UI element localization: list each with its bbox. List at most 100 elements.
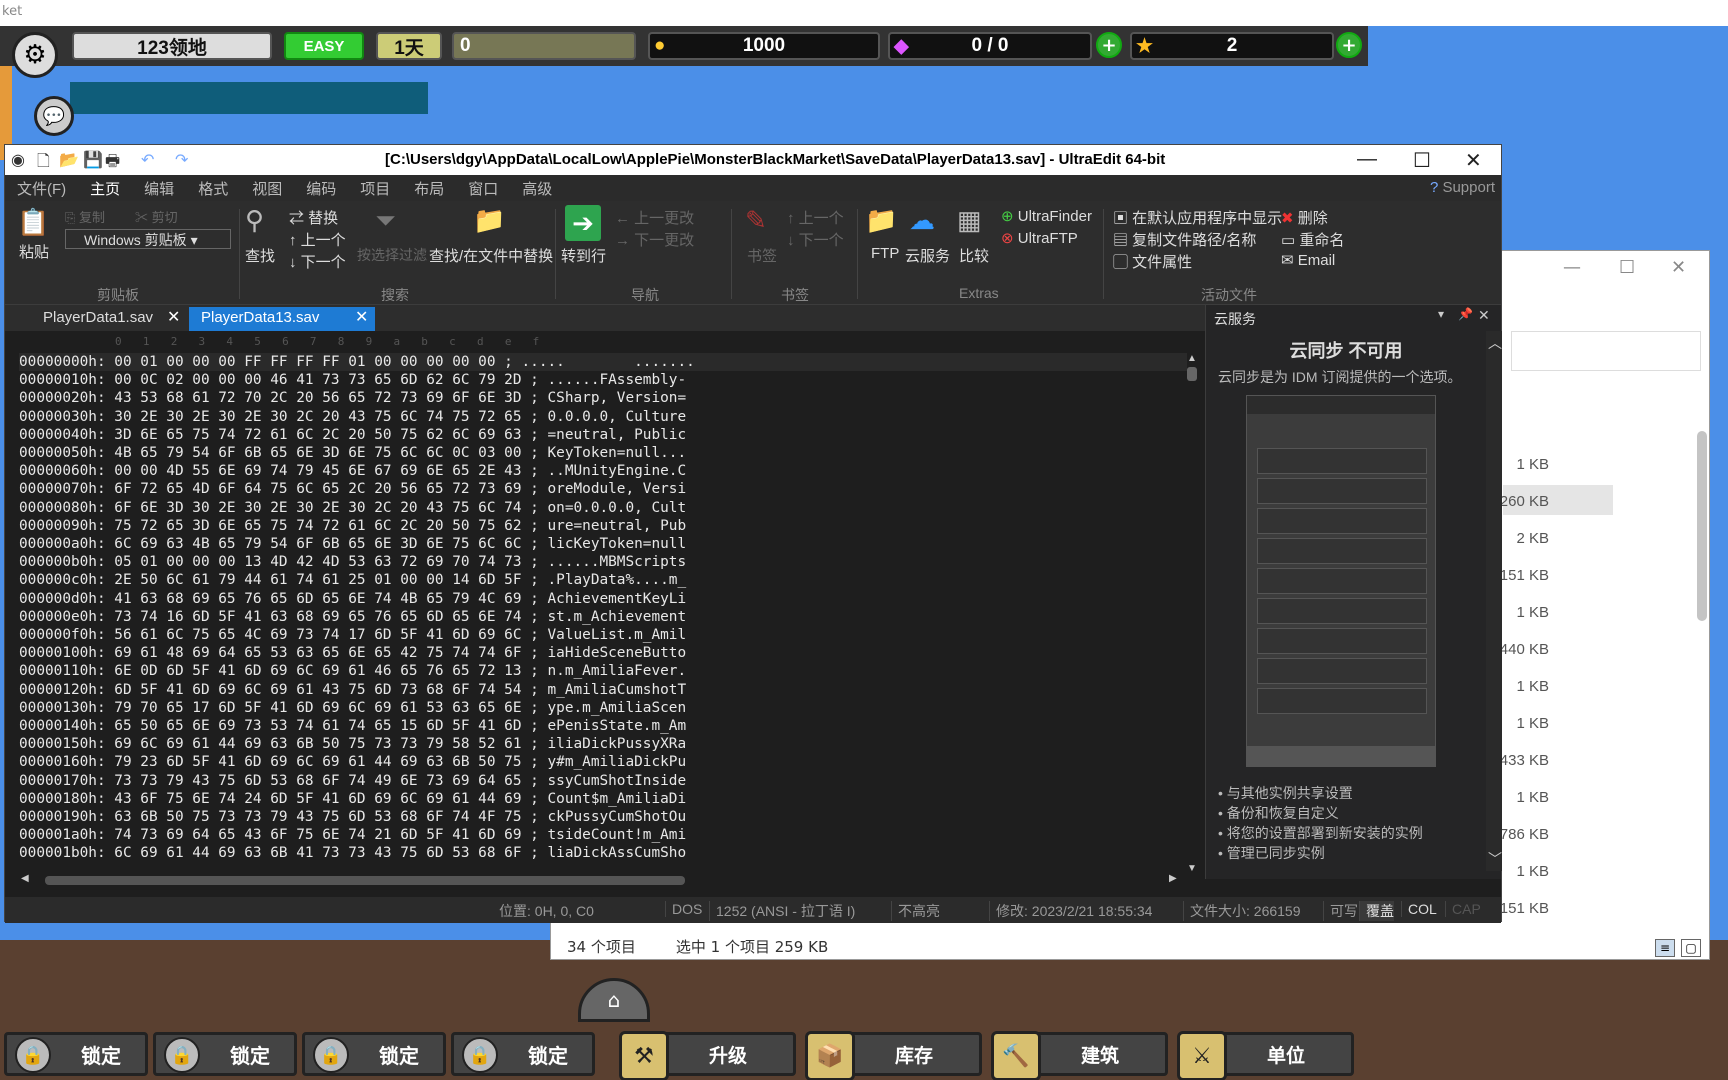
hex-line[interactable]: 000000f0h: 56 61 6C 75 65 4C 69 73 74 17… [19,626,1187,644]
ultraftp-button[interactable]: ⊗ UltraFTP [1001,229,1078,247]
locked-slot-button[interactable]: 🔒 锁定 [153,1032,297,1076]
clipboard-select[interactable]: Windows 剪贴板 ▾ [65,229,231,249]
bookmark-button[interactable]: 书签 [747,245,777,266]
status-encoding[interactable]: 1252 (ANSI - 拉丁语 I) [709,901,855,921]
hex-line[interactable]: 000001b0h: 6C 69 61 44 69 63 6B 41 73 73… [19,844,1187,862]
menu-item[interactable]: 编辑 [132,178,186,199]
hex-line[interactable]: 00000060h: 00 00 4D 55 6E 69 74 79 45 6E… [19,462,1187,480]
hex-line[interactable]: 00000000h: 00 01 00 00 00 FF FF FF FF 01… [19,353,1187,372]
panel-close-icon[interactable]: ✕ [1478,307,1490,324]
chat-icon[interactable]: 💬 [34,96,74,136]
hex-line[interactable]: 000000a0h: 6C 69 63 4B 65 79 54 6F 6B 65… [19,535,1187,553]
hex-line[interactable]: 00000190h: 63 6B 50 75 73 73 79 43 75 6D… [19,808,1187,826]
menu-item[interactable]: 文件(F) [5,178,78,199]
file-properties-button[interactable]: ▢ 文件属性 [1113,251,1192,272]
rename-button[interactable]: ▭ 重命名 [1281,229,1344,250]
save-icon[interactable]: 💾 [83,150,103,170]
panel-menu-icon[interactable]: ▾ [1438,307,1444,321]
hex-line[interactable]: 00000010h: 00 0C 02 00 00 00 46 41 73 73… [19,371,1187,389]
prev-change-button[interactable]: ← 上一更改 [615,207,694,228]
copy-button[interactable]: ⎘ 复制 [65,207,105,226]
settings-gear-icon[interactable]: ⚙ [12,32,58,78]
ue-minimize-button[interactable]: — [1357,148,1377,171]
compare-button[interactable]: 比较 [959,245,989,266]
copy-path-button[interactable]: ▤ 复制文件路径/名称 [1113,229,1256,250]
add-crystal-button[interactable]: + [1096,32,1122,58]
explorer-scrollbar[interactable] [1697,431,1707,621]
hex-line[interactable]: 00000130h: 79 70 65 17 6D 5F 41 6D 69 6C… [19,699,1187,717]
hex-line[interactable]: 000000c0h: 2E 50 6C 61 79 44 61 74 61 25… [19,571,1187,589]
locked-slot-button[interactable]: 🔒 锁定 [4,1032,148,1076]
cut-button[interactable]: ✂ 剪切 [135,207,178,226]
hex-line[interactable]: 00000100h: 69 61 48 69 64 65 53 63 65 6E… [19,644,1187,662]
explorer-close-button[interactable]: ✕ [1671,257,1686,278]
panel-pin-icon[interactable]: 📌 [1458,307,1473,321]
paste-button[interactable]: 粘贴 [19,241,49,262]
scroll-up-icon[interactable]: ▲ [1187,353,1197,364]
menu-item[interactable]: 窗口 [456,178,510,199]
replace-button[interactable]: ⇄ 替换 [289,207,338,228]
cloud-panel-scrollbar[interactable]: ︿ ﹀ [1486,331,1502,871]
bookmark-next-button[interactable]: ↓ 下一个 [787,229,844,250]
next-change-button[interactable]: → 下一更改 [615,229,694,250]
locked-slot-button[interactable]: 🔒 锁定 [451,1032,595,1076]
inventory-button[interactable]: 📦 库存 [805,1031,982,1080]
cloud-services-button[interactable]: 云服务 [905,245,950,266]
status-col-mode[interactable]: COL [1401,901,1437,917]
menu-item[interactable]: 项目 [348,178,402,199]
delete-file-button[interactable]: ✖ 删除 [1281,207,1328,228]
explorer-maximize-button[interactable]: ☐ [1619,257,1635,278]
hex-line[interactable]: 00000140h: 65 50 65 6E 69 73 53 74 61 74… [19,717,1187,735]
bookmark-prev-button[interactable]: ↑ 上一个 [787,207,844,228]
hex-line[interactable]: 000000d0h: 41 63 68 69 65 76 65 6D 65 6E… [19,590,1187,608]
units-button[interactable]: ⚔ 单位 [1177,1031,1354,1080]
status-line-ending[interactable]: DOS [665,901,702,917]
tab-playerdata13[interactable]: PlayerData13.sav [189,307,375,331]
hex-line[interactable]: 00000180h: 43 6F 75 6E 74 24 6D 5F 41 6D… [19,790,1187,808]
support-menu[interactable]: ? Support [1430,179,1495,196]
find-next-button[interactable]: ↓ 下一个 [289,251,346,272]
hex-vertical-scrollbar[interactable]: ▲ ▼ [1185,349,1199,879]
scroll-down-icon[interactable]: ﹀ [1488,849,1502,869]
paste-icon[interactable]: 📋 [17,207,49,238]
find-in-files-button[interactable]: 查找/在文件中替换 [429,245,553,266]
hex-line[interactable]: 00000030h: 30 2E 30 2E 30 2E 30 2C 20 43… [19,408,1187,426]
hex-line[interactable]: 00000150h: 69 6C 69 61 44 69 63 6B 50 75… [19,735,1187,753]
hex-line[interactable]: 00000120h: 6D 5F 41 6D 69 6C 69 61 43 75… [19,681,1187,699]
menu-item[interactable]: 高级 [510,178,564,199]
hex-line[interactable]: 000000e0h: 73 74 16 6D 5F 41 63 68 69 65… [19,608,1187,626]
scroll-right-icon[interactable]: ▶ [1169,873,1177,884]
email-button[interactable]: ✉ Email [1281,251,1335,269]
scroll-thumb[interactable] [1187,367,1197,381]
hex-line[interactable]: 00000080h: 6F 6E 3D 30 2E 30 2E 30 2E 30… [19,499,1187,517]
print-icon[interactable]: 🖶 [105,150,120,177]
menu-item[interactable]: 视图 [240,178,294,199]
close-tab-icon[interactable]: ✕ [355,307,368,327]
close-tab-icon[interactable]: ✕ [167,307,180,327]
hex-line[interactable]: 00000020h: 43 53 68 61 72 70 2C 20 56 65… [19,389,1187,407]
status-writable[interactable]: 可写 [1323,901,1358,921]
ue-maximize-button[interactable]: ☐ [1413,148,1431,173]
hex-line[interactable]: 00000160h: 79 23 6D 5F 41 6D 69 6C 69 61… [19,753,1187,771]
find-prev-button[interactable]: ↑ 上一个 [289,229,346,250]
add-medal-button[interactable]: + [1336,32,1362,58]
tiles-view-icon[interactable]: ▢ [1681,939,1701,957]
upgrade-button[interactable]: ⚒ 升级 [619,1031,796,1080]
hex-line[interactable]: 00000070h: 6F 72 65 4D 6F 64 75 6C 65 2C… [19,480,1187,498]
ftp-button[interactable]: FTP [871,245,899,262]
open-folder-icon[interactable]: 📂 [59,150,79,170]
hex-horizontal-scrollbar[interactable]: ◀ ▶ [19,873,1189,887]
goto-line-button[interactable]: 转到行 [561,245,606,266]
scroll-left-icon[interactable]: ◀ [21,873,29,884]
hex-line[interactable]: 000000b0h: 05 01 00 00 00 13 4D 42 4D 53… [19,553,1187,571]
hex-line[interactable]: 00000170h: 73 73 79 43 75 6D 53 68 6F 74… [19,772,1187,790]
ultrafinder-button[interactable]: ⊕ UltraFinder [1001,207,1092,225]
hex-line[interactable]: 000001a0h: 74 73 69 64 65 43 6F 75 6E 74… [19,826,1187,844]
filter-selection-button[interactable]: 按选择过滤 [357,245,427,265]
ue-close-button[interactable]: ✕ [1465,148,1482,173]
hex-line[interactable]: 00000090h: 75 72 65 3D 6E 65 75 74 72 61… [19,517,1187,535]
menu-item[interactable]: 主页 [78,178,132,199]
build-button[interactable]: 🔨 建筑 [991,1031,1168,1080]
hex-line[interactable]: 00000050h: 4B 65 79 54 6F 6B 65 6E 3D 6E… [19,444,1187,462]
menu-item[interactable]: 编码 [294,178,348,199]
